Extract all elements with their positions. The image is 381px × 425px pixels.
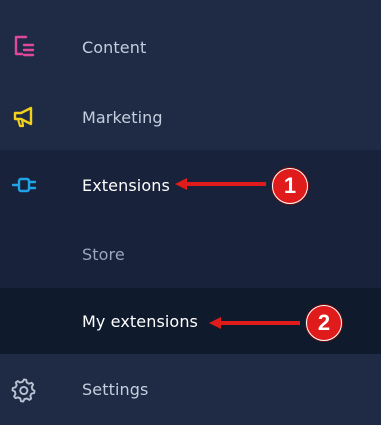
annotation-number: 1 xyxy=(283,173,297,198)
annotation-badge-2: 2 xyxy=(306,305,342,341)
annotation-number: 2 xyxy=(317,310,331,335)
menu-item-label: Settings xyxy=(82,380,149,399)
menu-item-content[interactable]: Content xyxy=(0,12,381,82)
menu-item-label: Marketing xyxy=(82,107,163,127)
megaphone-icon xyxy=(10,103,38,131)
menu-item-settings[interactable]: Settings xyxy=(0,354,381,425)
menu-item-marketing[interactable]: Marketing xyxy=(0,82,381,152)
submenu-item-label: Store xyxy=(82,244,125,264)
content-icon xyxy=(10,33,38,61)
menu-item-label: Content xyxy=(82,37,147,57)
menu-item-label: Extensions xyxy=(82,175,170,195)
gear-icon xyxy=(10,376,38,404)
plug-icon xyxy=(10,171,38,199)
submenu-item-label: My extensions xyxy=(82,311,198,331)
annotation-badge-1: 1 xyxy=(272,168,308,204)
submenu-item-store[interactable]: Store xyxy=(0,220,381,288)
annotation-arrow-1 xyxy=(175,178,266,190)
annotation-arrow-2 xyxy=(209,317,300,329)
admin-sidebar-menu: Content Marketing Extensions Store My ex… xyxy=(0,0,381,425)
